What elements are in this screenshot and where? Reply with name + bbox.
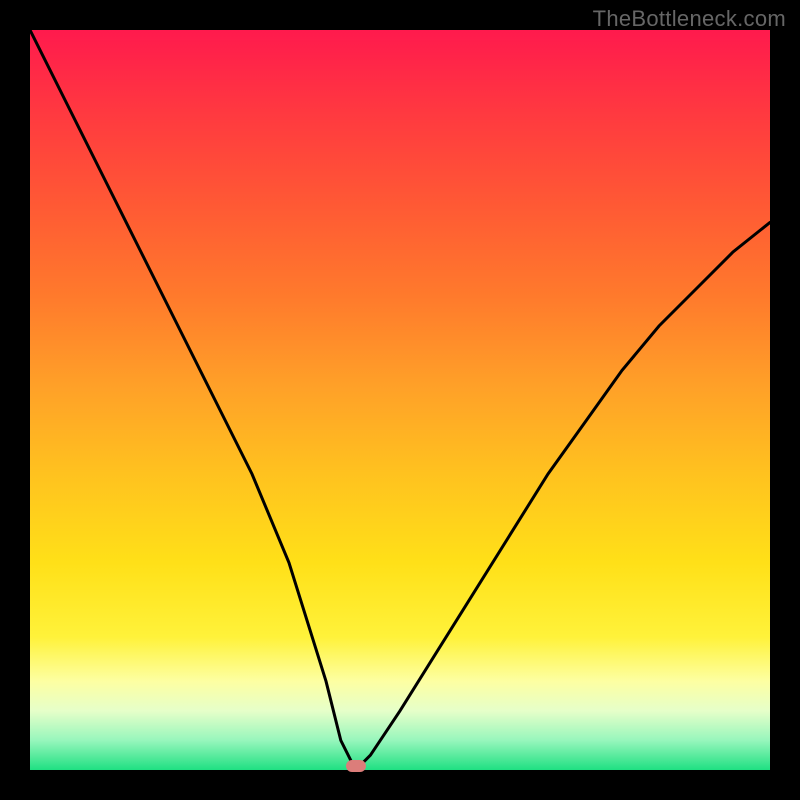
minimum-marker <box>346 760 366 772</box>
watermark-text: TheBottleneck.com <box>593 6 786 32</box>
plot-area <box>30 30 770 770</box>
bottleneck-curve <box>30 30 770 770</box>
curve-path <box>30 30 770 770</box>
chart-frame: TheBottleneck.com <box>0 0 800 800</box>
